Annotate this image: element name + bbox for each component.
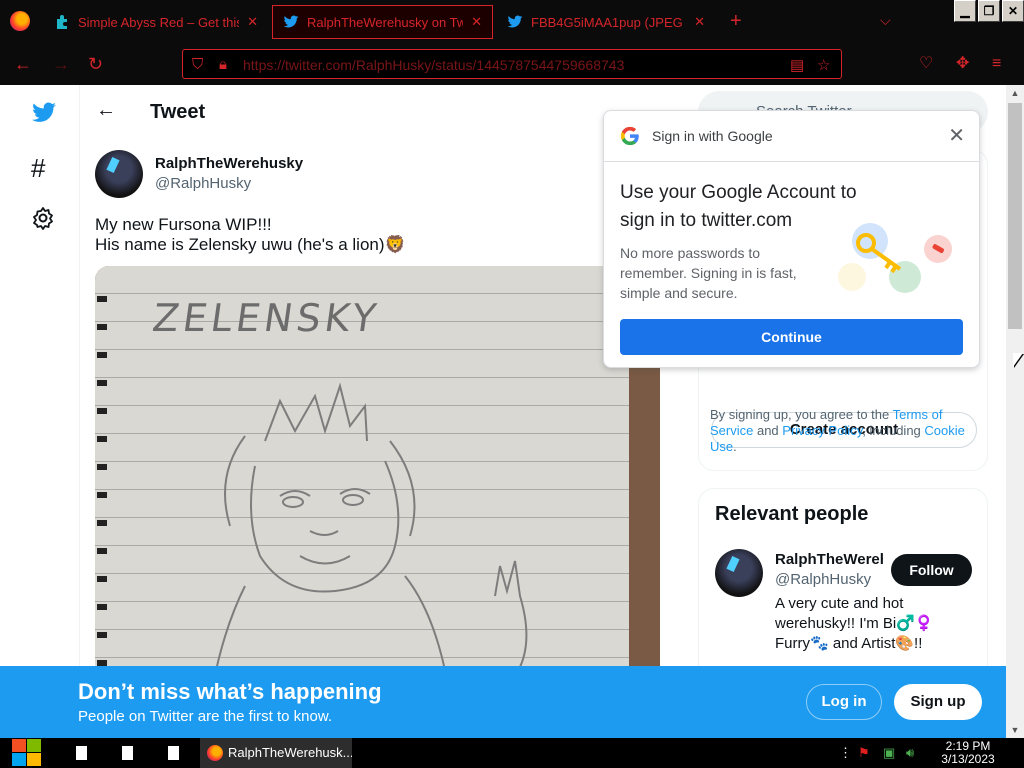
google-popup-header: Sign in with Google [652,128,773,144]
divider [604,161,979,162]
document-icon[interactable] [168,746,179,760]
scroll-down-arrow-icon[interactable]: ▼ [1006,722,1024,738]
scroll-thumb[interactable] [1008,103,1022,329]
address-bar[interactable]: ⛉ 🔒︎ https://twitter.com/RalphHusky/stat… [182,49,842,79]
tab-title: Simple Abyss Red – Get this Extension fo… [78,14,239,30]
extensions-icon[interactable]: ✥ [956,55,969,73]
page-title: Tweet [150,101,206,123]
relevant-person-name[interactable]: RalphTheWerehusky [775,551,883,568]
document-icon[interactable] [122,746,133,760]
tab-close-icon[interactable]: ✕ [247,14,258,30]
browser-nav-bar: ← → ↻ ⛉ 🔒︎ https://twitter.com/RalphHusk… [0,44,1024,85]
close-icon[interactable]: ✕ [1002,0,1024,22]
windows-taskbar: RalphTheWerehusk... ⋮ ⚑ ▣ 🔊︎ 2:19 PM 3/1… [0,738,1024,768]
twitter-logo-icon[interactable] [29,100,59,126]
log-in-button[interactable]: Log in [806,684,882,720]
tab-title: FBB4G5iMAA1pup (JPEG Image) [531,14,686,30]
forward-arrow-icon[interactable]: → [52,55,70,73]
flag-icon[interactable]: ⚑ [858,745,870,761]
minimize-icon[interactable]: ▁ [954,0,976,22]
terms-prefix: By signing up, you agree to the [710,407,893,422]
shield-icon[interactable]: ⛉ [192,56,203,73]
menu-icon[interactable]: ≡ [992,55,1001,73]
firefox-icon [207,745,223,761]
twitter-bird-icon [283,15,299,28]
restore-icon[interactable]: ❐ [978,0,1000,22]
url-text[interactable]: https://twitter.com/RalphHusky/status/14… [243,57,624,73]
browser-tab-bar: Simple Abyss Red – Get this Extension fo… [0,0,1024,44]
author-name[interactable]: RalphTheWerehusky [155,155,303,172]
relevant-people-title: Relevant people [715,503,869,525]
taskbar-app-title: RalphTheWerehusk... [228,745,352,760]
volume-icon[interactable]: 🔊︎ [906,745,914,761]
banner-title: Don’t miss what’s happening [78,679,382,704]
signup-banner: Don’t miss what’s happening People on Tw… [0,666,1006,738]
avatar[interactable] [715,549,763,597]
clock-date: 3/13/2023 [941,752,995,766]
left-nav: # [0,85,80,738]
lock-icon[interactable]: 🔒︎ [219,56,227,73]
banner-subtitle: People on Twitter are the first to know. [78,708,333,725]
back-arrow-icon[interactable]: ← [14,55,32,73]
follow-button[interactable]: Follow [891,554,972,586]
tab-simple-abyss[interactable]: Simple Abyss Red – Get this Extension fo… [44,5,268,39]
mouse-cursor-icon [1013,353,1023,367]
twitter-bird-icon [507,15,523,28]
author-handle[interactable]: @RalphHusky [155,175,251,192]
tab-twitter-active[interactable]: RalphTheWerehusky on Twitter ✕ [272,5,493,39]
new-tab-button[interactable]: + [730,11,742,31]
puzzle-icon [57,15,67,29]
tab-close-icon[interactable]: ✕ [471,14,482,30]
tab-jpeg-image[interactable]: FBB4G5iMAA1pup (JPEG Image) ✕ [497,5,715,39]
tweet-line: My new Fursona WIP!!! [95,215,272,234]
reader-view-icon[interactable]: ▤ [790,56,804,74]
key-illustration-icon [838,223,952,293]
tweet-line: His name is Zelensky uwu (he's a lion)🦁 [95,235,406,254]
terms-text: By signing up, you agree to the Terms of… [710,407,980,455]
continue-button[interactable]: Continue [620,319,963,355]
author-avatar[interactable] [95,150,143,198]
system-clock[interactable]: 2:19 PM 3/13/2023 [936,740,1000,766]
back-arrow-icon[interactable]: ← [96,99,116,122]
relevant-person-handle[interactable]: @RalphHusky [775,571,871,588]
tray-overflow-icon[interactable]: ⋮ [839,745,852,761]
close-icon[interactable]: ✕ [948,123,965,148]
tab-title: RalphTheWerehusky on Twitter [307,14,463,30]
relevant-person-bio: A very cute and hot werehusky!! I'm Bi♂️… [775,595,934,652]
page-scrollbar[interactable]: ▲ ▼ [1006,85,1024,738]
google-signin-popup: Sign in with Google ✕ Use your Google Ac… [603,110,980,368]
pocket-icon[interactable]: ♡ [919,55,933,73]
network-icon[interactable]: ▣ [883,745,895,761]
start-windows-icon[interactable] [10,738,44,768]
window-controls: ▁ ❐ ✕ [954,0,1024,22]
scroll-up-arrow-icon[interactable]: ▲ [1006,85,1024,101]
bookmark-star-icon[interactable]: ☆ [817,56,830,74]
terms-and: and [753,423,783,438]
tweet-text: My new Fursona WIP!!! His name is Zelens… [95,215,406,255]
tab-close-icon[interactable]: ✕ [694,14,705,30]
explore-hashtag-icon[interactable]: # [31,153,45,184]
privacy-policy-link[interactable]: Privacy Policy [782,423,862,438]
google-g-icon [620,126,639,146]
taskbar-firefox-button[interactable]: RalphTheWerehusk... [200,738,352,768]
list-all-tabs-icon[interactable]: ⌵ [880,12,891,29]
sign-up-button[interactable]: Sign up [894,684,982,720]
terms-including: , including [862,423,925,438]
terms-suffix: . [733,439,737,454]
settings-gear-icon[interactable] [31,206,55,230]
reload-icon[interactable]: ↻ [88,55,103,73]
document-icon[interactable] [76,746,87,760]
firefox-logo-icon[interactable] [10,11,30,31]
google-popup-body: No more passwords to remember. Signing i… [620,245,797,301]
